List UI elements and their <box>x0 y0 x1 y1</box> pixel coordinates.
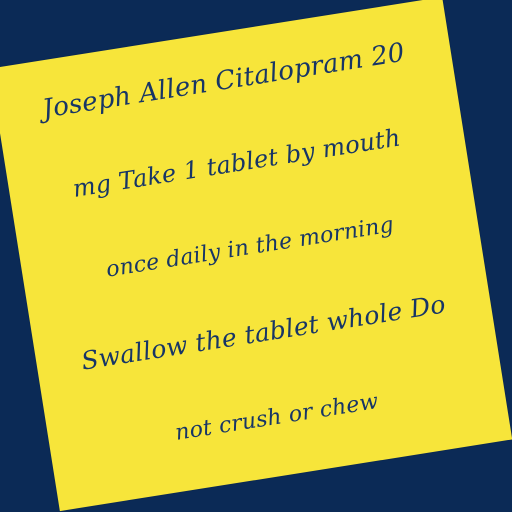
note-line-4: Swallow the tablet whole Do <box>79 289 448 376</box>
note-line-2: mg Take 1 tablet by mouth <box>70 123 403 203</box>
photo-scene: Joseph Allen Citalopram 20 mg Take 1 tab… <box>0 0 512 512</box>
note-line-3: once daily in the morning <box>104 212 396 283</box>
note-line-1: Joseph Allen Citalopram 20 <box>40 37 407 125</box>
yellow-note-card: Joseph Allen Citalopram 20 mg Take 1 tab… <box>0 0 512 512</box>
note-line-5: not crush or chew <box>173 389 381 446</box>
